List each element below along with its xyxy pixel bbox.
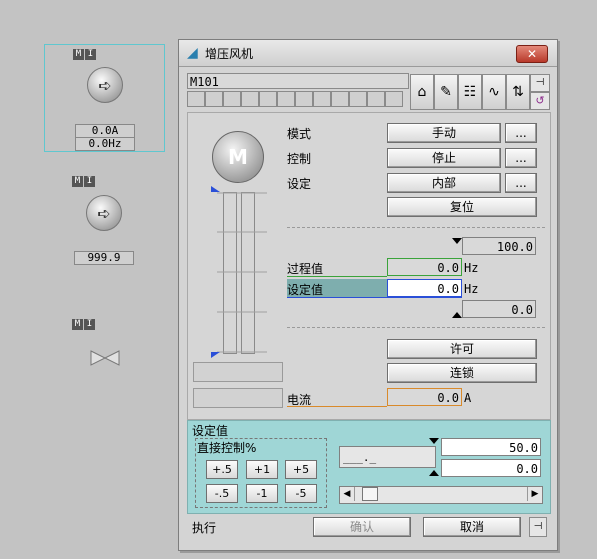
step-plus-half-button[interactable]: +.5 [206,460,238,479]
step-minus-half-button[interactable]: -.5 [206,484,238,503]
mi-m: M [72,176,83,187]
control-label: 控制 [287,152,312,166]
process-underline [287,276,387,277]
mode-ellipsis-button[interactable]: ... [505,123,537,143]
status-cell [259,91,277,107]
execute-label: 执行 [192,521,217,535]
mode-label: 模式 [287,127,312,141]
process-value-label: 过程值 [287,262,324,276]
reset-button[interactable]: 复位 [387,197,537,217]
scale-max: 100.0 [462,237,536,255]
title-bar[interactable]: ◢ 增压风机 ✕ [179,40,557,67]
params-icon[interactable]: ☷ [458,74,482,110]
slider-min-marker [429,470,439,476]
slider-right-icon[interactable]: ▶ [527,487,542,501]
current-value: 0.0 [387,388,462,406]
bar-scale-ticks [217,192,267,353]
confirm-button[interactable]: 确认 [313,517,411,537]
pin-icon[interactable]: ⊣ [530,74,550,92]
current-unit: A [464,391,472,405]
motor2-value: 999.9 [74,251,134,265]
setpoint-slider[interactable]: ◀ ▶ [339,486,543,504]
cancel-button[interactable]: 取消 [423,517,521,537]
slider-left-icon[interactable]: ◀ [340,487,355,501]
tag-field: M101 [187,73,409,89]
status-cell [349,91,367,107]
motor-symbol: M [212,131,264,183]
home-icon[interactable]: ⌂ [410,74,434,110]
notes-icon[interactable]: ✎ [434,74,458,110]
trend-icon[interactable]: ∿ [482,74,506,110]
setting-label: 设定 [287,177,312,191]
mi-m: M [72,319,83,330]
mi-indicator-3: M I [72,319,95,330]
slider-min-value: 0.0 [441,459,541,477]
status-cell [187,91,205,107]
mi-indicator: M I [73,49,96,60]
mi-i: I [84,319,95,330]
motor-faceplate-1[interactable]: M I ➪ 0.0A 0.0Hz [44,44,165,152]
scale-min: 0.0 [462,300,536,318]
status-cell [241,91,259,107]
status-cell [205,91,223,107]
slider-max-marker [429,438,439,444]
mi-indicator-2: M I [72,176,95,187]
setpoint-panel-title: 设定值 [192,424,229,438]
status-cell [313,91,331,107]
step-plus-five-button[interactable]: +5 [285,460,317,479]
app-logo-icon: ◢ [187,45,198,61]
step-minus-one-button[interactable]: -1 [246,484,278,503]
mode-button[interactable]: 手动 [387,123,501,143]
motor1-frequency: 0.0Hz [75,137,135,151]
process-unit: Hz [464,261,479,275]
status-cell [277,91,295,107]
slider-max-value: 50.0 [441,438,541,456]
mi-i: I [85,49,96,60]
mi-m: M [73,49,84,60]
low-limit-marker [211,352,220,358]
setpoint-unit: Hz [464,282,479,296]
setpoint-entry-input[interactable]: ___._ [339,446,436,468]
setpoint-input[interactable]: 0.0 [387,279,462,297]
window-title: 增压风机 [205,47,254,61]
status-cell [331,91,349,107]
pin-footer-icon[interactable]: ⊣ [529,517,547,537]
motor1-arrow-right-icon[interactable]: ➪ [87,67,123,103]
status-cell [385,91,403,107]
motor2-arrow-right-icon[interactable]: ➪ [86,195,122,231]
blank-field-1 [193,362,283,382]
separator [287,327,545,328]
process-value: 0.0 [387,258,462,276]
slider-thumb[interactable] [361,487,378,501]
return-icon[interactable]: ↺ [530,92,550,110]
setpoint-underline [287,297,462,298]
blank-field-2 [193,388,283,408]
interlock-button[interactable]: 连锁 [387,363,537,383]
control-ellipsis-button[interactable]: ... [505,148,537,168]
min-marker [452,312,462,318]
setpoint-label: 设定值 [287,283,324,297]
close-button[interactable]: ✕ [516,45,548,63]
step-plus-one-button[interactable]: +1 [246,460,278,479]
control-button[interactable]: 停止 [387,148,501,168]
status-cell [223,91,241,107]
status-strip [187,91,403,107]
setting-ellipsis-button[interactable]: ... [505,173,537,193]
mi-i: I [84,176,95,187]
valve-icon[interactable] [90,350,120,366]
setting-button[interactable]: 内部 [387,173,501,193]
step-minus-five-button[interactable]: -5 [285,484,317,503]
status-cell [367,91,385,107]
max-marker [452,238,462,244]
permit-button[interactable]: 许可 [387,339,537,359]
faceplate-dialog: ◢ 增压风机 ✕ M101 ⌂ ✎ ☷ ∿ ⇅ ⊣ ↺ M 模式 手动 ... … [178,39,558,551]
motor1-current: 0.0A [75,124,135,138]
direct-control-label: 直接控制% [197,441,257,455]
sort-icon[interactable]: ⇅ [506,74,530,110]
current-underline [287,406,387,407]
separator [287,227,545,228]
status-cell [295,91,313,107]
